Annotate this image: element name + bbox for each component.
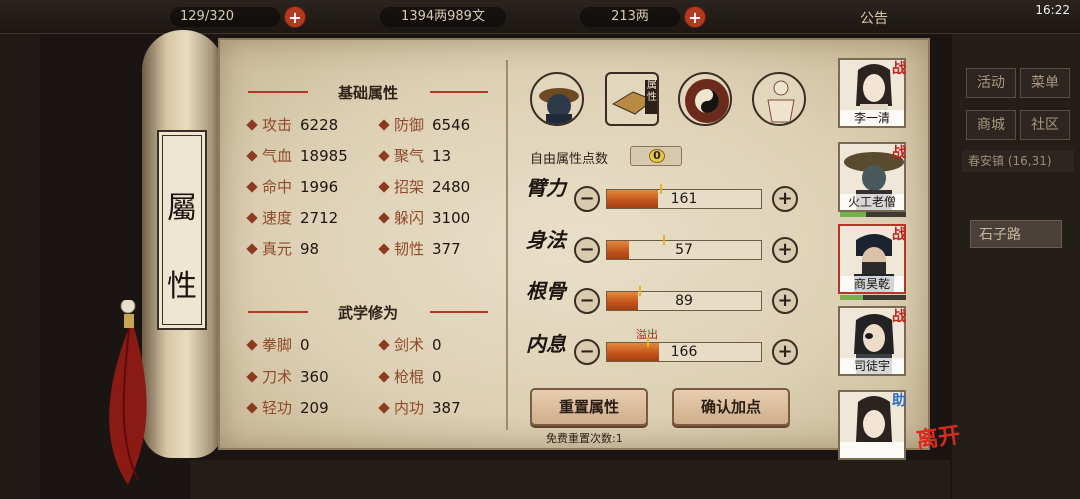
confirm-points-button[interactable]: 确认加点: [672, 388, 790, 426]
community-button[interactable]: 社区: [1020, 110, 1070, 140]
agility-value: 57: [675, 242, 693, 258]
inner-breath-bar: 166: [606, 337, 762, 362]
constitution-value: 89: [675, 293, 693, 309]
agility-bar: 57: [606, 235, 762, 260]
stat-qinggong: 轻功 209: [246, 397, 329, 418]
stat-focus: 聚气 13: [378, 145, 451, 166]
inner-breath-minus-button[interactable]: −: [574, 339, 600, 365]
shop-button[interactable]: 商城: [966, 110, 1016, 140]
add-gold-button[interactable]: +: [684, 6, 706, 28]
hp-bar: [840, 212, 906, 217]
attribute-book-icon[interactable]: 属性: [605, 72, 659, 126]
gold-counter: 213两: [580, 7, 680, 27]
attr-name-strength: 臂力: [526, 176, 566, 200]
free-points-box: 0: [630, 146, 682, 166]
stat-sword: 剑术 0: [378, 334, 442, 355]
right-side-panel: [952, 34, 1080, 499]
character-portrait-icon[interactable]: [530, 72, 584, 126]
free-reset-count: 免费重置次数:1: [546, 432, 623, 445]
top-resource-bar: 129/320 + 1394两989文 213两 + 公告 16:22: [0, 0, 1080, 34]
stat-defense: 防御 6546: [378, 114, 470, 135]
stat-tenacity: 韧性 377: [378, 238, 461, 259]
announcement-button[interactable]: 公告: [860, 8, 888, 28]
attr-name-inner-breath: 内息: [526, 332, 566, 356]
tassel-decoration: [109, 300, 147, 485]
location-label: 春安镇 (16,31): [962, 150, 1074, 172]
stamina-counter: 129/320: [170, 7, 280, 27]
title-ornament-left: [248, 311, 308, 313]
strength-value: 161: [670, 191, 698, 207]
panel-divider: [506, 60, 508, 430]
assist-badge: 助: [892, 393, 906, 409]
stat-speed: 速度 2712: [246, 207, 338, 228]
stat-parry: 招架 2480: [378, 176, 470, 197]
stat-accuracy: 命中 1996: [246, 176, 338, 197]
strength-bar: 161: [606, 184, 762, 209]
road-location-button[interactable]: 石子路: [970, 220, 1062, 248]
inner-breath-plus-button[interactable]: +: [772, 339, 798, 365]
inner-breath-value: 166: [670, 344, 698, 360]
stat-spear: 枪棍 0: [378, 366, 442, 387]
constitution-bar: 89: [606, 286, 762, 311]
bottom-menu-bar: [190, 460, 950, 499]
money-counter: 1394两989文: [380, 7, 506, 27]
add-stamina-button[interactable]: +: [284, 6, 306, 28]
activity-button[interactable]: 活动: [966, 68, 1016, 98]
battle-badge: 战: [892, 61, 906, 77]
attribute-tab-label: 属性: [647, 80, 657, 103]
attr-name-agility: 身法: [526, 228, 566, 252]
reset-attributes-button[interactable]: 重置属性: [530, 388, 648, 426]
title-ornament-left: [248, 91, 308, 93]
stat-attack: 攻击 6228: [246, 114, 338, 135]
battle-badge: 战: [892, 309, 906, 325]
strength-minus-button[interactable]: −: [574, 186, 600, 212]
stat-blade: 刀术 360: [246, 366, 329, 387]
hp-bar: [840, 295, 906, 300]
clock: 16:22: [1035, 3, 1070, 17]
battle-badge: 战: [892, 145, 906, 161]
title-ornament-right: [430, 311, 488, 313]
menu-button[interactable]: 菜单: [1020, 68, 1070, 98]
constitution-minus-button[interactable]: −: [574, 288, 600, 314]
bagua-icon[interactable]: [678, 72, 732, 126]
stat-fist: 拳脚 0: [246, 334, 310, 355]
free-points-value: 0: [649, 149, 665, 163]
agility-minus-button[interactable]: −: [574, 237, 600, 263]
free-points-label: 自由属性点数: [530, 152, 609, 167]
battle-badge: 战: [892, 227, 906, 243]
title-ornament-right: [430, 91, 488, 93]
meridian-body-icon[interactable]: [752, 72, 806, 126]
stat-hp: 气血 18985: [246, 145, 348, 166]
stat-inner-power: 内功 387: [378, 397, 461, 418]
leave-button[interactable]: 离开: [914, 417, 962, 455]
stat-dodge: 躲闪 3100: [378, 207, 470, 228]
strength-plus-button[interactable]: +: [772, 186, 798, 212]
attr-name-constitution: 根骨: [526, 279, 566, 303]
left-side-panel: [0, 34, 40, 499]
constitution-plus-button[interactable]: +: [772, 288, 798, 314]
agility-plus-button[interactable]: +: [772, 237, 798, 263]
stat-true-essence: 真元 98: [246, 238, 319, 259]
